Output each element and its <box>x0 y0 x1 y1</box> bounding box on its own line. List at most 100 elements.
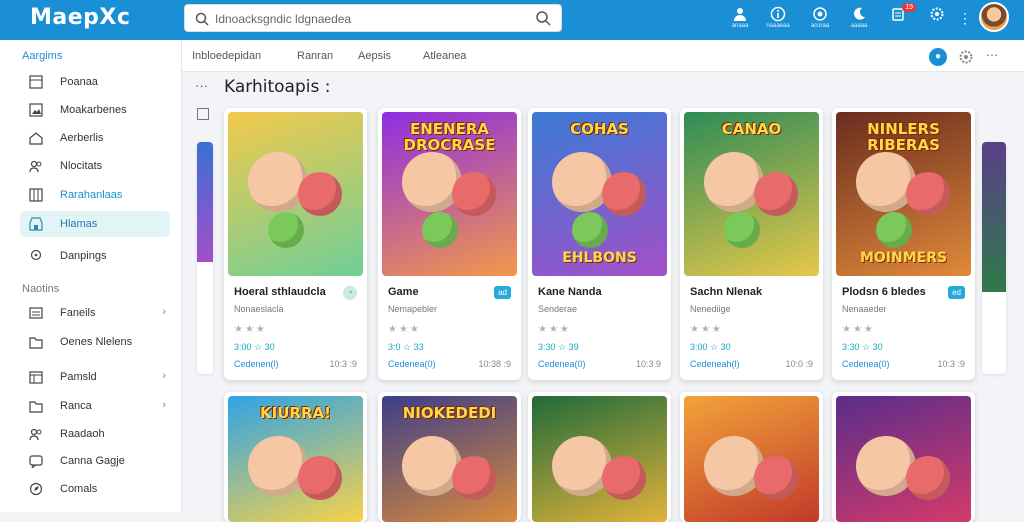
folder-icon <box>29 401 43 413</box>
sidebar-item-0[interactable]: Poanaa <box>20 69 170 95</box>
sidebar-item-6[interactable]: Danpings <box>20 243 170 269</box>
star-rating[interactable]: ★★★ <box>690 324 723 335</box>
game-art[interactable]: NINLERS RIBERAS MOINMERS <box>836 112 971 276</box>
game-art[interactable]: NIOKEDEDI <box>382 396 517 522</box>
game-character <box>572 212 608 248</box>
search-bar[interactable] <box>184 4 562 32</box>
sidebar-item-11[interactable]: Raadaoh <box>20 421 170 447</box>
sidebar-item-5[interactable]: Hlamas <box>20 211 170 237</box>
game-art[interactable]: CANAO <box>684 112 819 276</box>
game-art[interactable] <box>684 396 819 522</box>
game-art[interactable] <box>836 396 971 522</box>
game-meta: 10:3 9 <box>635 359 661 369</box>
game-art[interactable] <box>228 112 363 276</box>
game-art[interactable]: KIURRA! <box>228 396 363 522</box>
game-card[interactable]: Hoeral sthlaudcla Nonaeslacla 3:00 ☆ 30 Ced… <box>224 108 367 380</box>
menu-dots-icon[interactable]: ··· <box>195 78 208 93</box>
sidebar-item-label: Danpings <box>60 250 107 262</box>
sidebar-item-3[interactable]: Nlocitats <box>20 153 170 179</box>
users-icon <box>29 160 42 173</box>
profile-icon[interactable]: anaaa <box>728 6 752 34</box>
game-title: Kane Nanda <box>538 286 602 298</box>
tab-2[interactable]: Aepsis <box>358 50 391 62</box>
moon-icon[interactable]: aaaaa <box>847 6 871 34</box>
game-card[interactable]: ENENERA DROCRASE Game Nemapebler 3:0 ☆ 33 Ce… <box>378 108 521 380</box>
game-link[interactable]: Cedenea(0) <box>538 359 586 369</box>
sidebar-section-title: Aargims <box>22 50 63 62</box>
game-subtitle: Nonaeslacla <box>234 304 284 314</box>
search-submit-icon[interactable] <box>535 10 551 26</box>
game-link[interactable]: Cedenen(l) <box>234 359 279 369</box>
game-banner: KIURRA! <box>260 404 331 422</box>
gear-icon[interactable] <box>958 49 974 65</box>
folder-icon <box>29 337 43 349</box>
game-meta: 10:3 :9 <box>937 359 965 369</box>
game-card[interactable]: NINLERS RIBERAS MOINMERS Plodsn 6 bledes Ne… <box>832 108 975 380</box>
sidebar-item-13[interactable]: Comals <box>20 476 170 502</box>
game-banner-subtitle: EHLBONS <box>562 250 637 266</box>
search-input[interactable] <box>215 9 515 29</box>
sidebar-item-label: Pamsld <box>60 371 97 383</box>
game-card[interactable] <box>832 392 975 522</box>
star-rating[interactable]: ★★★ <box>538 324 571 335</box>
app-logo[interactable]: MaepXc <box>30 5 130 30</box>
game-tag-badge[interactable]: ed <box>948 286 965 299</box>
settings-icon[interactable] <box>925 6 949 34</box>
sidebar-item-9[interactable]: Pamsld › <box>20 364 170 390</box>
game-tag-badge[interactable]: ad <box>494 286 511 299</box>
star-rating[interactable]: ★★★ <box>234 324 267 335</box>
tab-0[interactable]: Inbloedepidan <box>192 50 261 62</box>
game-link[interactable]: Cedenea(0) <box>842 359 890 369</box>
game-card[interactable]: CANAO Sachn Nlenak Nenediige 3:00 ☆ 30 Ceden… <box>680 108 823 380</box>
select-checkbox[interactable] <box>197 108 209 120</box>
game-art[interactable]: COHAS EHLBONS <box>532 112 667 276</box>
sidebar-item-10[interactable]: Ranca › <box>20 393 170 419</box>
game-art[interactable]: ENENERA DROCRASE <box>382 112 517 276</box>
sidebar-item-1[interactable]: Moakarbenes <box>20 97 170 123</box>
sidebar-item-12[interactable]: Canna Gagje <box>20 448 170 474</box>
game-character <box>452 172 496 216</box>
star-rating[interactable]: ★★★ <box>842 324 875 335</box>
sidebar-item-label: Canna Gagje <box>60 455 125 467</box>
add-button[interactable]: ● <box>929 48 947 66</box>
store-icon <box>29 217 43 231</box>
more-options-icon[interactable]: ⋯ <box>986 48 998 62</box>
tab-3[interactable]: Atleanea <box>423 50 466 62</box>
notifications-icon[interactable]: 19 <box>886 3 916 34</box>
game-link[interactable]: Cedeneah(l) <box>690 359 740 369</box>
game-card[interactable] <box>528 392 671 522</box>
game-card[interactable]: KIURRA! <box>224 392 367 522</box>
game-link[interactable]: Cedenea(0) <box>388 359 436 369</box>
tab-1[interactable]: Ranran <box>297 50 333 62</box>
support-icon[interactable]: acoraa <box>808 6 832 34</box>
game-character <box>602 456 646 500</box>
top-bar: MaepXc anaaa naaaeaa acoraa aaaaa 19 ⋮ <box>0 0 1024 40</box>
sidebar-item-label: Nlocitats <box>60 160 103 172</box>
info-icon[interactable]: naaaeaa <box>766 6 790 34</box>
carousel-next-card[interactable] <box>982 142 1006 374</box>
grid-icon <box>29 188 43 202</box>
compass-icon <box>29 482 43 496</box>
sidebar-item-2[interactable]: Aerberlis <box>20 125 170 151</box>
game-subtitle: Nenaaeder <box>842 304 887 314</box>
sidebar-item-4[interactable]: Rarahanlaas <box>20 182 170 208</box>
sidebar-item-7[interactable]: Faneils › <box>20 300 170 326</box>
carousel-prev-card[interactable] <box>197 142 213 374</box>
game-card[interactable]: COHAS EHLBONS Kane Nanda Senderae 3:30 ☆ 39 C… <box>528 108 671 380</box>
section-title: Karhitoapis : <box>224 77 331 97</box>
game-character <box>422 212 458 248</box>
more-menu-icon[interactable]: ⋮ <box>958 10 972 27</box>
game-card[interactable]: NIOKEDEDI <box>378 392 521 522</box>
avatar[interactable] <box>979 2 1009 32</box>
favorite-icon[interactable]: ◔ <box>343 286 357 300</box>
sidebar-item-label: Aerberlis <box>60 132 104 144</box>
sidebar-item-8[interactable]: Oenes Nlelens <box>20 329 170 355</box>
game-title: Game <box>388 286 419 298</box>
game-character <box>602 172 646 216</box>
notification-badge: 19 <box>902 3 916 12</box>
game-card[interactable] <box>680 392 823 522</box>
star-rating[interactable]: ★★★ <box>388 324 421 335</box>
game-title: Plodsn 6 bledes <box>842 286 926 298</box>
game-art[interactable] <box>532 396 667 522</box>
game-banner: NINLERS RIBERAS <box>867 120 940 154</box>
